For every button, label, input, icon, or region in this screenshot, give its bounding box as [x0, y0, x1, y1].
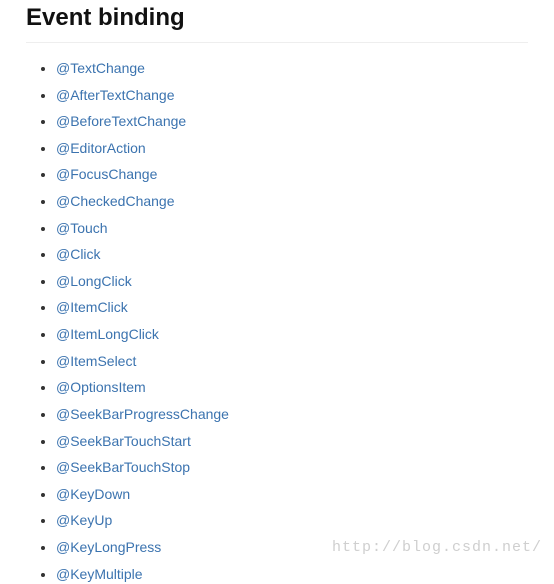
annotation-link[interactable]: @KeyMultiple	[56, 566, 143, 582]
annotation-link[interactable]: @KeyUp	[56, 512, 112, 528]
annotation-link[interactable]: @CheckedChange	[56, 193, 175, 209]
list-item: @KeyMultiple	[56, 565, 528, 584]
list-item: @SeekBarTouchStart	[56, 432, 528, 451]
annotation-link[interactable]: @AfterTextChange	[56, 87, 175, 103]
list-item: @FocusChange	[56, 165, 528, 184]
list-item: @BeforeTextChange	[56, 112, 528, 131]
annotation-link[interactable]: @EditorAction	[56, 140, 146, 156]
list-item: @SeekBarTouchStop	[56, 458, 528, 477]
list-item: @Touch	[56, 219, 528, 238]
list-item: @ItemLongClick	[56, 325, 528, 344]
section-heading: Event binding	[26, 4, 528, 43]
list-item: @ItemSelect	[56, 352, 528, 371]
annotation-link[interactable]: @Click	[56, 246, 101, 262]
annotation-link[interactable]: @SeekBarTouchStop	[56, 459, 190, 475]
annotation-link[interactable]: @TextChange	[56, 60, 145, 76]
annotation-link[interactable]: @ItemClick	[56, 299, 128, 315]
annotation-link[interactable]: @ItemSelect	[56, 353, 136, 369]
list-item: @KeyDown	[56, 485, 528, 504]
event-binding-list: @TextChange @AfterTextChange @BeforeTextCh…	[26, 59, 528, 584]
annotation-link[interactable]: @BeforeTextChange	[56, 113, 186, 129]
annotation-link[interactable]: @ItemLongClick	[56, 326, 159, 342]
list-item: @KeyUp	[56, 511, 528, 530]
list-item: @EditorAction	[56, 139, 528, 158]
list-item: @ItemClick	[56, 298, 528, 317]
annotation-link[interactable]: @FocusChange	[56, 166, 157, 182]
annotation-link[interactable]: @KeyLongPress	[56, 539, 161, 555]
list-item: @TextChange	[56, 59, 528, 78]
annotation-link[interactable]: @OptionsItem	[56, 379, 146, 395]
annotation-link[interactable]: @LongClick	[56, 273, 132, 289]
list-item: @LongClick	[56, 272, 528, 291]
list-item: @Click	[56, 245, 528, 264]
list-item: @SeekBarProgressChange	[56, 405, 528, 424]
annotation-link[interactable]: @KeyDown	[56, 486, 130, 502]
annotation-link[interactable]: @SeekBarProgressChange	[56, 406, 229, 422]
list-item: @AfterTextChange	[56, 86, 528, 105]
annotation-link[interactable]: @Touch	[56, 220, 108, 236]
annotation-link[interactable]: @SeekBarTouchStart	[56, 433, 191, 449]
list-item: @KeyLongPress	[56, 538, 528, 557]
list-item: @CheckedChange	[56, 192, 528, 211]
list-item: @OptionsItem	[56, 378, 528, 397]
